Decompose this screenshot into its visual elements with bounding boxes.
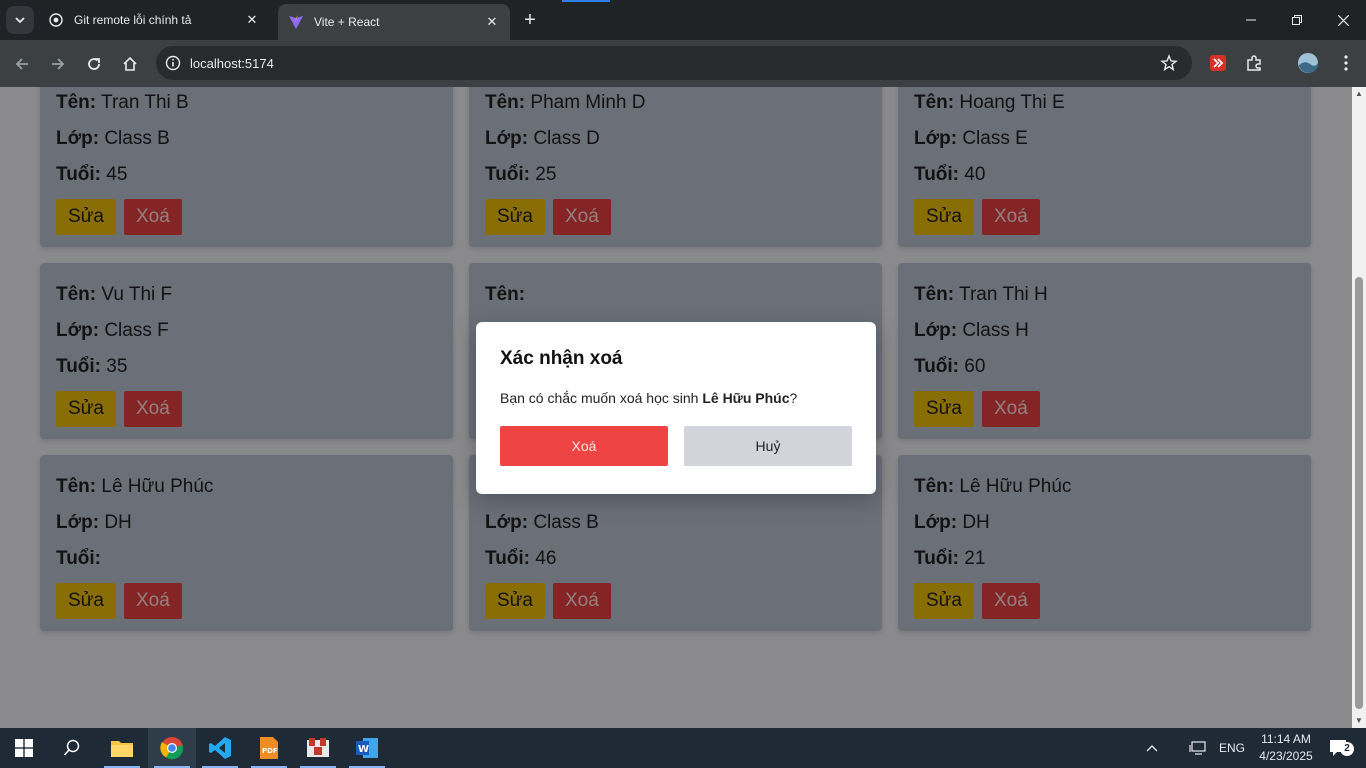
tab-search-button[interactable] [6,6,34,34]
network-icon [1189,741,1206,755]
taskbar-search-button[interactable] [48,728,96,768]
scroll-up-icon[interactable]: ▲ [1355,90,1363,98]
word-button[interactable]: W [343,728,391,768]
app-grid-icon [307,738,329,757]
tab-git-remote[interactable]: Git remote lỗi chính tả ✕ [38,4,270,36]
home-button[interactable] [116,50,144,78]
arrow-left-icon [15,58,28,70]
close-window-button[interactable] [1320,0,1366,40]
tray-overflow-button[interactable] [1130,728,1174,768]
dialog-title: Xác nhận xoá [500,348,623,369]
dialog-message: Bạn có chắc muốn xoá học sinh Lê Hữu Phú… [500,390,852,410]
tab-title: Vite + React [314,15,380,29]
tab-title: Git remote lỗi chính tả [74,13,192,27]
language-indicator[interactable]: ENG [1219,741,1245,755]
pdf-app-button[interactable]: PDF [245,728,293,768]
cancel-button[interactable]: Huỷ [684,426,852,466]
browser-menu-icon[interactable] [1334,51,1358,75]
profile-avatar[interactable] [1296,51,1320,75]
windows-taskbar: PDF W ENG 11:14 AM 4/23/2025 2 [0,728,1366,768]
extensions-puzzle-icon[interactable] [1242,51,1266,75]
extension-red-icon[interactable] [1206,51,1230,75]
forward-button[interactable] [44,50,72,78]
network-button[interactable] [1180,728,1216,768]
scroll-down-icon[interactable]: ▼ [1355,717,1363,725]
minimize-button[interactable] [1228,0,1274,40]
restore-button[interactable] [1274,0,1320,40]
chevron-up-icon [1146,745,1158,752]
svg-text:W: W [358,744,369,755]
profile-indicator [562,0,610,2]
url-text: localhost:5174 [190,55,274,71]
close-icon[interactable]: ✕ [484,14,500,30]
chrome-button[interactable] [148,728,196,768]
start-button[interactable] [0,728,48,768]
browser-tab-strip: Git remote lỗi chính tả ✕ Vite + React ✕… [0,0,1366,40]
search-icon [63,739,80,756]
back-button[interactable] [8,50,36,78]
chrome-icon [160,737,184,760]
pdf-icon: PDF [260,737,278,759]
reload-button[interactable] [80,50,108,78]
confirm-delete-button[interactable]: Xoá [500,426,668,466]
windows-logo-icon [15,739,33,757]
delete-confirm-dialog: Xác nhận xoá Bạn có chắc muốn xoá học si… [476,322,876,494]
tab-vite-react[interactable]: Vite + React ✕ [278,4,510,40]
close-icon[interactable]: ✕ [244,12,260,28]
folder-icon [111,741,133,757]
minimize-icon [1246,19,1256,21]
restore-icon [1292,15,1302,25]
word-icon: W [356,738,378,758]
address-bar[interactable]: localhost:5174 [156,46,1192,80]
notification-count-badge: 2 [1340,742,1354,756]
close-icon [1337,14,1349,26]
vscode-button[interactable] [196,728,244,768]
dialog-student-name: Lê Hữu Phúc [702,390,790,406]
site-info-icon[interactable] [156,55,190,71]
file-explorer-button[interactable] [98,728,146,768]
svg-text:PDF: PDF [262,747,278,755]
reload-icon [88,58,100,70]
page-viewport: Tên: Lớp: Tuổi: SửaXoáTên: Lớp: Tuổi: Sử… [0,87,1352,728]
dialog-message-suffix: ? [789,390,798,406]
scrollbar-thumb[interactable] [1355,277,1363,709]
notifications-button[interactable]: 2 [1320,728,1360,768]
arrow-right-icon [52,58,65,70]
page-scrollbar[interactable]: ▲ ▼ [1352,87,1366,728]
new-tab-button[interactable]: + [518,8,542,32]
clock-time[interactable]: 11:14 AM [1256,732,1316,746]
browser-toolbar: localhost:5174 [0,40,1366,87]
vscode-icon [209,737,231,759]
clock-date[interactable]: 4/23/2025 [1252,749,1320,763]
chevron-down-icon [15,17,25,24]
app-red-button[interactable] [294,728,342,768]
dialog-message-prefix: Bạn có chắc muốn xoá học sinh [500,390,703,406]
github-icon [48,12,64,28]
bookmark-star-icon[interactable] [1160,54,1178,77]
dialog-actions: Xoá Huỷ [500,426,852,466]
home-icon [123,56,137,71]
vite-icon [288,14,304,30]
